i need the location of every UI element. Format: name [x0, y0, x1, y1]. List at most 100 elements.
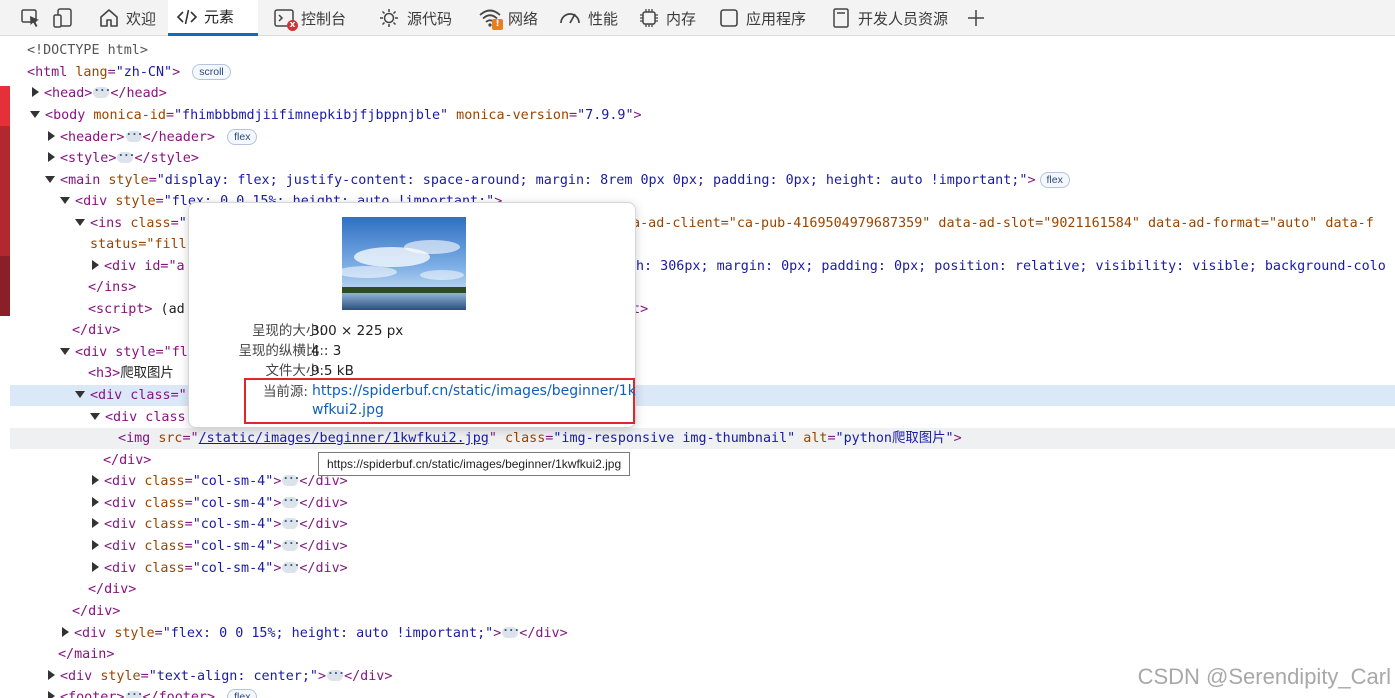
tab-elements[interactable]: 元素: [168, 0, 258, 36]
attr-text-continued: ta-ad-client="ca-pub-4169504979687359" d…: [624, 216, 1374, 231]
tree-line-div-close-2[interactable]: </div>: [10, 450, 1395, 471]
attr-name: style: [115, 194, 156, 209]
rendered-size-row: 呈现的大小: 300 × 225 px: [189, 321, 635, 341]
ellipsis-icon[interactable]: ···: [282, 495, 300, 508]
attr-name: src: [158, 431, 183, 446]
tag-open: <div class=": [90, 388, 187, 403]
current-source-link[interactable]: https://spiderbuf.cn/static/images/begin…: [312, 382, 642, 420]
attr-value: "col-sm-4": [192, 517, 274, 532]
tag-close: </footer>: [142, 690, 216, 698]
tab-console[interactable]: x 控制台: [265, 0, 354, 36]
tab-memory[interactable]: 内存: [630, 0, 704, 36]
tree-line-head[interactable]: <head>···</head>: [10, 83, 1395, 104]
attr-value: "text-align: center;": [148, 669, 318, 684]
tab-label: 源代码: [407, 9, 453, 28]
attr-name: class: [504, 431, 546, 446]
tree-line-div-close-4[interactable]: </div>: [10, 601, 1395, 622]
app-window-icon: [720, 9, 738, 27]
tree-line-body[interactable]: <body monica-id="fhimbbbmdjiifimnepkibjf…: [10, 105, 1395, 126]
plus-icon[interactable]: [965, 7, 987, 29]
aspect-ratio-value: 4 : 3: [311, 343, 342, 359]
image-thumbnail: [342, 217, 466, 310]
tab-sources[interactable]: 源代码: [369, 0, 460, 36]
collapse-arrow-icon[interactable]: [90, 412, 100, 420]
ellipsis-icon[interactable]: ···: [282, 560, 300, 573]
tree-line-main-close[interactable]: </main>: [10, 644, 1395, 665]
tab-label: 元素: [204, 8, 235, 26]
ellipsis-icon[interactable]: ···: [282, 473, 300, 486]
collapse-arrow-icon[interactable]: [60, 196, 70, 204]
tree-line-div-close-3[interactable]: </div>: [10, 579, 1395, 600]
rendered-size-value: 300 × 225 px: [311, 323, 404, 339]
expand-arrow-icon[interactable]: [62, 627, 69, 637]
tree-line-col-sm-4[interactable]: <div class="col-sm-4">···</div>: [10, 493, 1395, 514]
attr-value: "zh-CN": [115, 65, 173, 80]
tab-welcome[interactable]: 欢迎: [90, 0, 164, 36]
tab-network[interactable]: ! 网络: [470, 0, 546, 36]
tag-name: body: [53, 108, 86, 123]
scroll-badge[interactable]: scroll: [192, 64, 231, 80]
tree-line-html[interactable]: <html lang="zh-CN"> scroll: [10, 62, 1395, 83]
flex-badge[interactable]: flex: [227, 129, 258, 145]
tab-label: 欢迎: [126, 9, 157, 28]
collapse-arrow-icon[interactable]: [45, 175, 55, 183]
tag-open: <footer>: [60, 690, 125, 698]
tag-open: <div id="a: [104, 259, 185, 274]
h3-text: 爬取图片: [120, 366, 174, 381]
ellipsis-icon[interactable]: ···: [282, 516, 300, 529]
expand-arrow-icon[interactable]: [92, 540, 99, 550]
img-src-link[interactable]: /static/images/beginner/1kwfkui2.jpg: [199, 431, 489, 446]
expand-arrow-icon[interactable]: [92, 562, 99, 572]
tree-line-header[interactable]: <header>···</header> flex: [10, 127, 1395, 148]
devtools-tabbar: 欢迎 元素 x 控制台 源代码 ! 网络 性能 内存 应用程序 开发人员资源: [0, 0, 1395, 36]
tree-line-main[interactable]: <main style="display: flex; justify-cont…: [10, 170, 1395, 191]
tree-line-col-sm-4[interactable]: <div class="col-sm-4">···</div>: [10, 558, 1395, 579]
tree-line-col-sm-4[interactable]: <div class="col-sm-4">···</div>: [10, 536, 1395, 557]
ellipsis-icon[interactable]: ···: [117, 150, 135, 163]
tree-line-doctype[interactable]: <!DOCTYPE html>: [10, 40, 1395, 61]
ellipsis-icon[interactable]: ···: [125, 129, 143, 142]
attr-name: monica-id: [93, 108, 166, 123]
tree-line-div-flex-2[interactable]: <div style="flex: 0 0 15%; height: auto …: [10, 623, 1395, 644]
flex-badge[interactable]: flex: [1039, 172, 1070, 188]
tag-close: </header>: [142, 130, 216, 145]
tree-line-img[interactable]: <img src="/static/images/beginner/1kwfku…: [10, 428, 1395, 449]
tag-open: <div class: [105, 410, 186, 425]
ellipsis-icon[interactable]: ···: [93, 85, 111, 98]
expand-arrow-icon[interactable]: [92, 518, 99, 528]
tree-line-col-sm-4[interactable]: <div class="col-sm-4">···</div>: [10, 514, 1395, 535]
attr-value: "img-responsive img-thumbnail": [553, 431, 796, 446]
device-emulation-icon[interactable]: [52, 7, 74, 29]
expand-arrow-icon[interactable]: [92, 260, 99, 270]
inspect-icon[interactable]: [20, 7, 42, 29]
tab-developer-resources[interactable]: 开发人员资源: [822, 0, 956, 36]
expand-arrow-icon[interactable]: [92, 497, 99, 507]
tab-application[interactable]: 应用程序: [710, 0, 814, 36]
expand-arrow-icon[interactable]: [48, 131, 55, 141]
ellipsis-icon[interactable]: ···: [282, 538, 300, 551]
ellipsis-icon[interactable]: ···: [502, 625, 520, 638]
collapse-arrow-icon[interactable]: [30, 110, 40, 118]
expand-arrow-icon[interactable]: [48, 152, 55, 162]
home-icon: [100, 9, 118, 27]
tag-open: <div style="fl: [75, 345, 188, 360]
attr-name: monica-version: [456, 108, 570, 123]
expand-arrow-icon[interactable]: [48, 691, 55, 698]
speedometer-icon: [560, 13, 580, 24]
expand-arrow-icon[interactable]: [32, 87, 39, 97]
collapse-arrow-icon[interactable]: [75, 218, 85, 226]
tag-open: <style>: [60, 151, 117, 166]
expand-arrow-icon[interactable]: [48, 670, 55, 680]
ellipsis-icon[interactable]: ···: [125, 689, 143, 698]
attr-value: "col-sm-4": [192, 561, 274, 576]
collapse-arrow-icon[interactable]: [60, 347, 70, 355]
tree-line-style[interactable]: <style>···</style>: [10, 148, 1395, 169]
tab-performance[interactable]: 性能: [550, 0, 626, 36]
collapse-arrow-icon[interactable]: [75, 390, 85, 398]
ellipsis-icon[interactable]: ···: [327, 668, 345, 681]
flex-badge[interactable]: flex: [227, 689, 258, 698]
attr-name: class: [130, 216, 171, 231]
tree-line-col-sm-4[interactable]: <div class="col-sm-4">···</div>: [10, 471, 1395, 492]
page-edge-strip: [0, 36, 10, 698]
expand-arrow-icon[interactable]: [92, 475, 99, 485]
